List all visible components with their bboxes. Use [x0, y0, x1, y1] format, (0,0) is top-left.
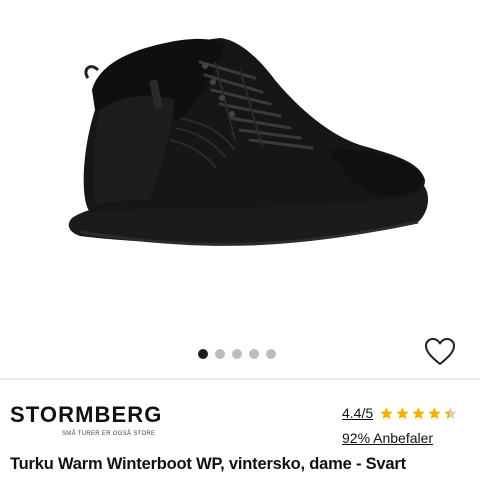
- star-icon: [428, 406, 441, 419]
- carousel-dot-1[interactable]: [198, 349, 208, 359]
- heart-outline-icon[interactable]: [424, 337, 456, 367]
- carousel-dot-5[interactable]: [266, 349, 276, 359]
- recommend-percentage[interactable]: 92% Anbefaler: [342, 430, 433, 446]
- product-rating[interactable]: 4.4/5: [342, 405, 458, 421]
- section-divider: [0, 378, 480, 380]
- star-icon: [396, 406, 409, 419]
- brand-tagline: SMÅ TURER ER OGSÅ STORE: [62, 431, 156, 437]
- rating-score[interactable]: 4.4/5: [342, 405, 373, 421]
- image-carousel-dots: [198, 349, 276, 359]
- product-image-gallery[interactable]: [0, 0, 480, 378]
- star-icon: [412, 406, 425, 419]
- carousel-dot-4[interactable]: [249, 349, 259, 359]
- star-icon: [380, 406, 393, 419]
- product-title: Turku Warm Winterboot WP, vintersko, dam…: [10, 455, 406, 473]
- brand-logo[interactable]: STORMBERG SMÅ TURER ER OGSÅ STORE: [10, 402, 163, 443]
- carousel-dot-3[interactable]: [232, 349, 242, 359]
- brand-name: STORMBERG: [10, 402, 163, 427]
- star-icon: [444, 406, 457, 419]
- carousel-dot-2[interactable]: [215, 349, 225, 359]
- product-image[interactable]: [0, 0, 480, 340]
- rating-stars: [379, 406, 458, 421]
